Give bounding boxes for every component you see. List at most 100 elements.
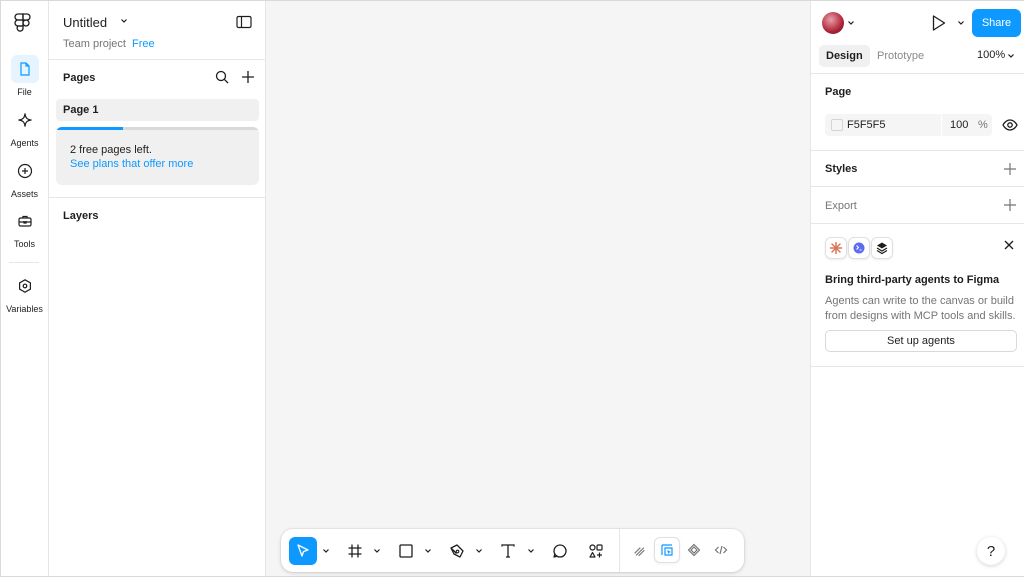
right-panel: Share Design Prototype 100% Page F5F5F5 … (810, 1, 1024, 576)
rail-item-tools[interactable]: Tools (1, 207, 48, 249)
avatar[interactable] (822, 12, 844, 34)
chevron-down-icon[interactable] (527, 547, 535, 555)
page-section-title: Page (825, 86, 852, 98)
frame-icon (348, 544, 362, 558)
claude-logo-icon (825, 237, 847, 259)
background-color-field[interactable]: F5F5F5 100 % (825, 114, 992, 136)
see-plans-link[interactable]: See plans that offer more (70, 158, 193, 170)
divider (811, 366, 1024, 367)
divider (811, 73, 1024, 74)
upsell-card: 2 free pages left. See plans that offer … (56, 127, 259, 185)
design-mode-button[interactable] (654, 537, 680, 563)
figma-window: File Agents Assets Tools Variables Untit… (0, 0, 1024, 577)
close-icon[interactable] (1003, 239, 1015, 251)
component-icon (687, 543, 701, 557)
sidebar-toggle-icon[interactable] (236, 15, 252, 29)
comment-icon (553, 544, 567, 558)
pages-progress-fill (56, 127, 123, 130)
divider (49, 59, 266, 60)
rail-item-label: Assets (10, 189, 38, 199)
opacity-value[interactable]: 100 (950, 119, 968, 131)
figma-logo-icon[interactable] (14, 13, 32, 33)
file-icon (10, 55, 39, 83)
eye-icon[interactable] (1002, 118, 1018, 132)
chevron-down-icon[interactable] (1007, 52, 1015, 60)
promo-body: Agents can write to the canvas or build … (825, 295, 1016, 322)
search-icon[interactable] (215, 70, 229, 84)
layers-title: Layers (63, 210, 99, 222)
cursor-logo-icon (871, 237, 893, 259)
chevron-down-icon[interactable] (373, 547, 381, 555)
tab-design[interactable]: Design (819, 45, 870, 67)
set-up-agents-button[interactable]: Set up agents (825, 330, 1017, 352)
text-tool-button[interactable] (494, 537, 522, 565)
chevron-down-icon[interactable] (424, 547, 432, 555)
rail-item-label: File (17, 87, 32, 97)
rail-item-assets[interactable]: Assets (1, 157, 48, 199)
chevron-down-icon[interactable] (475, 547, 483, 555)
component-mode-button[interactable] (681, 537, 707, 563)
help-button[interactable]: ? (977, 537, 1005, 565)
background-hex[interactable]: F5F5F5 (847, 119, 886, 131)
draw-mode-button[interactable] (627, 537, 653, 563)
add-style-icon[interactable] (1003, 162, 1017, 176)
zoom-level[interactable]: 100% (977, 49, 1005, 61)
rail-item-file[interactable]: File (1, 55, 48, 97)
chevron-down-icon[interactable] (957, 19, 965, 27)
dev-mode-button[interactable] (708, 537, 734, 563)
toolbox-icon (11, 207, 39, 235)
styles-section-title: Styles (825, 163, 858, 175)
text-icon (501, 544, 515, 558)
left-panel: Untitled Team project Free Pages Page 1 … (49, 1, 266, 576)
rail-item-agents[interactable]: Agents (1, 106, 48, 148)
tab-prototype[interactable]: Prototype (870, 45, 931, 67)
add-page-icon[interactable] (241, 70, 255, 84)
rail-item-label: Agents (10, 138, 39, 148)
plan-badge[interactable]: Free (132, 38, 155, 50)
plus-circle-icon (11, 157, 39, 185)
team-name[interactable]: Team project (63, 38, 126, 50)
canvas[interactable] (266, 1, 810, 576)
rail-item-label: Variables (6, 304, 43, 314)
page-item-label: Page 1 (63, 104, 99, 116)
file-title[interactable]: Untitled (63, 15, 107, 30)
actions-icon (589, 544, 603, 558)
divider (811, 150, 1024, 151)
share-button[interactable]: Share (972, 9, 1021, 37)
code-icon (714, 545, 728, 555)
pages-progress-track (56, 127, 259, 130)
actions-tool-button[interactable] (582, 537, 610, 565)
play-icon[interactable] (931, 14, 947, 32)
rectangle-icon (399, 544, 413, 558)
chevron-down-icon[interactable] (847, 19, 855, 27)
sparkle-icon (11, 106, 39, 134)
divider (811, 186, 1024, 187)
move-tool-button[interactable] (289, 537, 317, 565)
pen-icon (450, 544, 464, 558)
toolbar-divider (619, 529, 620, 572)
hexagon-icon (11, 272, 39, 300)
design-mode-icon (661, 544, 673, 556)
page-item[interactable]: Page 1 (56, 99, 259, 121)
export-section-title: Export (825, 200, 857, 212)
rectangle-tool-button[interactable] (392, 537, 420, 565)
pages-title: Pages (63, 72, 96, 84)
upsell-text: 2 free pages left. (70, 144, 152, 156)
opacity-field[interactable]: 100 % (941, 114, 992, 136)
chevron-down-icon[interactable] (322, 547, 330, 555)
opacity-unit: % (978, 119, 988, 131)
draw-icon (634, 547, 645, 557)
divider (811, 223, 1024, 224)
pen-tool-button[interactable] (443, 537, 471, 565)
left-rail: File Agents Assets Tools Variables (1, 1, 49, 576)
frame-tool-button[interactable] (341, 537, 369, 565)
color-swatch[interactable] (831, 119, 843, 131)
move-icon (297, 544, 309, 557)
comment-tool-button[interactable] (546, 537, 574, 565)
divider (49, 197, 266, 198)
rail-item-label: Tools (13, 239, 35, 249)
add-export-icon[interactable] (1003, 198, 1017, 212)
chevron-down-icon[interactable] (119, 16, 129, 26)
copilot-logo-icon (848, 237, 870, 259)
rail-item-variables[interactable]: Variables (1, 272, 48, 314)
